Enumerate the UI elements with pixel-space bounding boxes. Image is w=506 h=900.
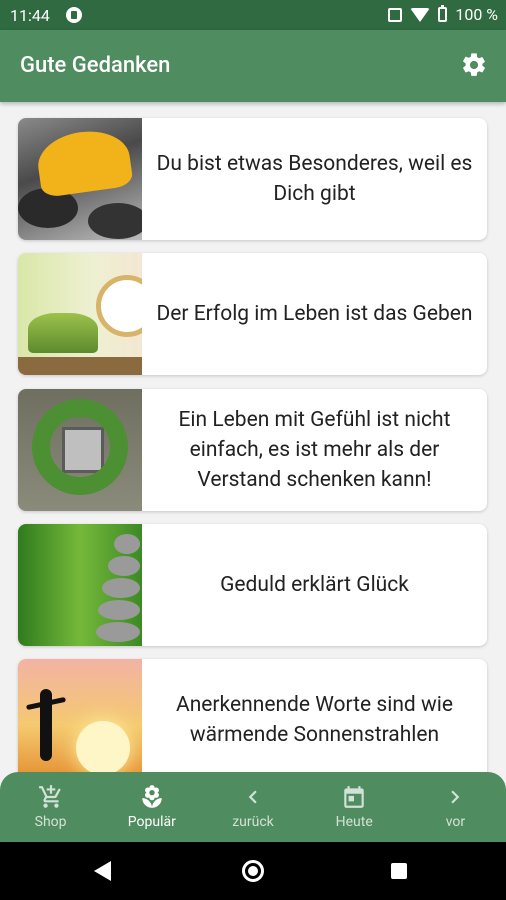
chevron-left-icon: [248, 790, 257, 804]
quote-text: Ein Leben mit Gefühl ist nicht einfach, …: [178, 408, 451, 492]
calendar-icon: [344, 786, 364, 808]
cart-plus-icon: [38, 785, 61, 808]
quote-card[interactable]: Der Erfolg im Leben ist das Geben: [18, 253, 487, 375]
nav-shop[interactable]: Shop: [0, 772, 101, 842]
nav-popular[interactable]: Populär: [101, 772, 202, 842]
bamboo-stones-image: [18, 524, 142, 646]
flower-icon: [142, 785, 162, 808]
quote-card[interactable]: Geduld erklärt Glück: [18, 524, 487, 646]
app-bar: Gute Gedanken: [0, 30, 506, 102]
battery-icon: [438, 5, 448, 22]
status-bar: 11:44 100 %: [0, 0, 506, 30]
sunset-person-image: [18, 659, 142, 772]
quote-text: Geduld erklärt Glück: [220, 573, 409, 597]
quote-card[interactable]: Ein Leben mit Gefühl ist nicht einfach, …: [18, 389, 487, 511]
app-notification-icon: [66, 7, 82, 23]
battery-level: 100 %: [455, 5, 498, 24]
clock-plants-image: [18, 253, 142, 375]
status-time: 11:44: [10, 6, 50, 25]
quote-text: Anerkennende Worte sind wie wärmende Son…: [176, 693, 453, 747]
nav-label: Shop: [34, 814, 67, 830]
back-icon[interactable]: [94, 861, 111, 881]
quote-card[interactable]: Du bist etwas Besonderes, weil es Dich g…: [18, 118, 487, 240]
quote-text: Der Erfolg im Leben ist das Geben: [156, 302, 473, 326]
recent-apps-icon[interactable]: [391, 863, 407, 879]
bottom-navigation: Shop Populär zurück Heute vor: [0, 772, 506, 842]
quote-text: Du bist etwas Besonderes, weil es Dich g…: [156, 152, 473, 206]
gear-icon[interactable]: [460, 51, 488, 79]
nav-forward[interactable]: vor: [405, 772, 506, 842]
ivy-window-image: [18, 389, 142, 511]
wifi-icon: [410, 7, 431, 22]
nav-label: Populär: [127, 814, 176, 830]
nav-back[interactable]: zurück: [202, 772, 303, 842]
quote-list[interactable]: Du bist etwas Besonderes, weil es Dich g…: [0, 102, 506, 772]
nav-today[interactable]: Heute: [304, 772, 405, 842]
app-title: Gute Gedanken: [20, 53, 171, 78]
umbrellas-image: [18, 118, 142, 240]
system-navigation-bar: [0, 842, 506, 900]
nav-label: Heute: [335, 814, 373, 830]
nav-label: vor: [445, 814, 466, 830]
vibrate-icon: [388, 7, 403, 22]
quote-card[interactable]: Anerkennende Worte sind wie wärmende Son…: [18, 659, 487, 772]
nav-label: zurück: [232, 814, 274, 830]
home-icon[interactable]: [242, 860, 264, 882]
status-icons: 100 %: [388, 5, 498, 24]
chevron-right-icon: [451, 790, 460, 804]
